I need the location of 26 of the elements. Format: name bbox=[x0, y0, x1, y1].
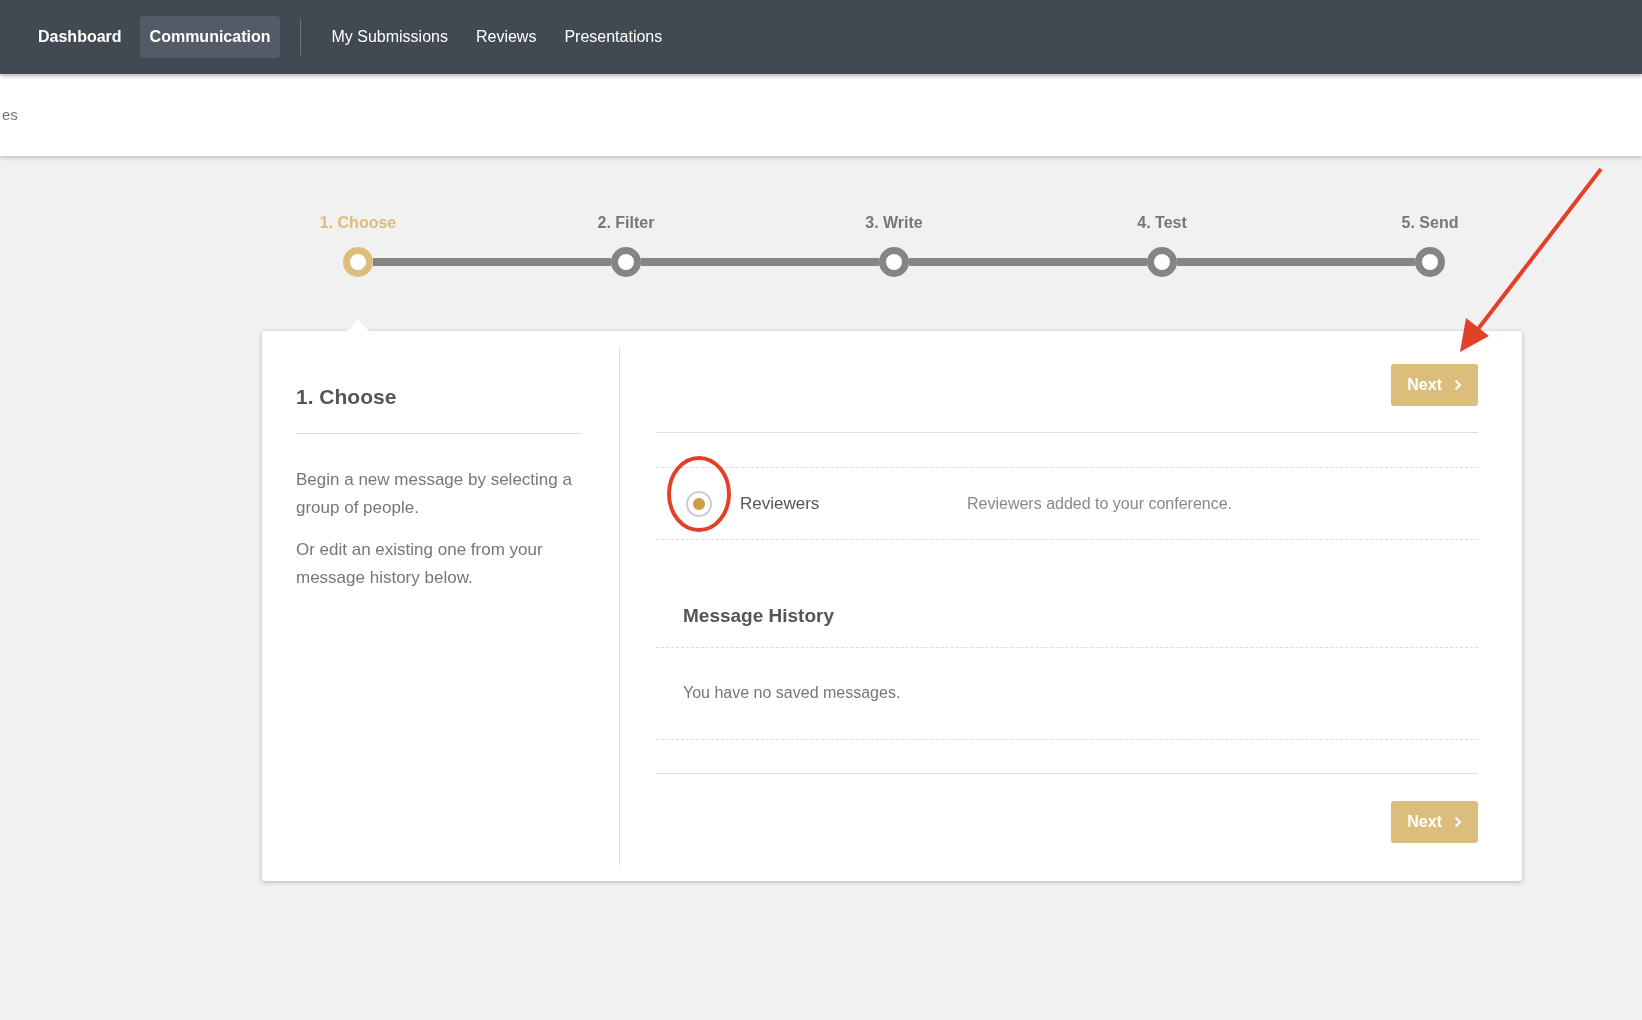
nav-link[interactable]: Dashboard bbox=[28, 16, 132, 58]
chevron-right-icon bbox=[1454, 379, 1462, 391]
group-description: Reviewers added to your conference. bbox=[967, 493, 1233, 514]
nav-link[interactable]: My Submissions bbox=[321, 16, 458, 58]
step-marker[interactable] bbox=[879, 247, 909, 277]
panel-title: 1. Choose bbox=[296, 381, 581, 434]
radio-button[interactable] bbox=[686, 490, 712, 517]
step-marker[interactable] bbox=[1147, 247, 1177, 277]
step-marker[interactable] bbox=[611, 247, 641, 277]
nav-link[interactable]: Reviews bbox=[465, 16, 547, 58]
history-title: Message History bbox=[656, 602, 1478, 648]
group-label: Reviewers bbox=[740, 492, 821, 515]
step-marker[interactable] bbox=[343, 247, 373, 277]
step-label: 1. Choose bbox=[319, 213, 397, 233]
step-label: 3. Write bbox=[865, 213, 923, 233]
panel-paragraph: Begin a new message by selecting a group of people. bbox=[296, 468, 573, 519]
step-label: 2. Filter bbox=[597, 213, 655, 233]
nav-link[interactable]: Presentations bbox=[554, 16, 673, 58]
chevron-right-icon bbox=[1454, 815, 1462, 828]
empty-history-text: You have no saved messages. bbox=[656, 647, 1478, 740]
nav-link[interactable]: Communication bbox=[139, 16, 281, 58]
panel-paragraph: Or edit an existing one from your message history below. bbox=[296, 538, 544, 589]
step-label: 4. Test bbox=[1137, 213, 1187, 233]
sub-header-text: es bbox=[2, 104, 18, 125]
step-label: 5. Send bbox=[1401, 213, 1459, 233]
step-marker[interactable] bbox=[1415, 247, 1445, 277]
